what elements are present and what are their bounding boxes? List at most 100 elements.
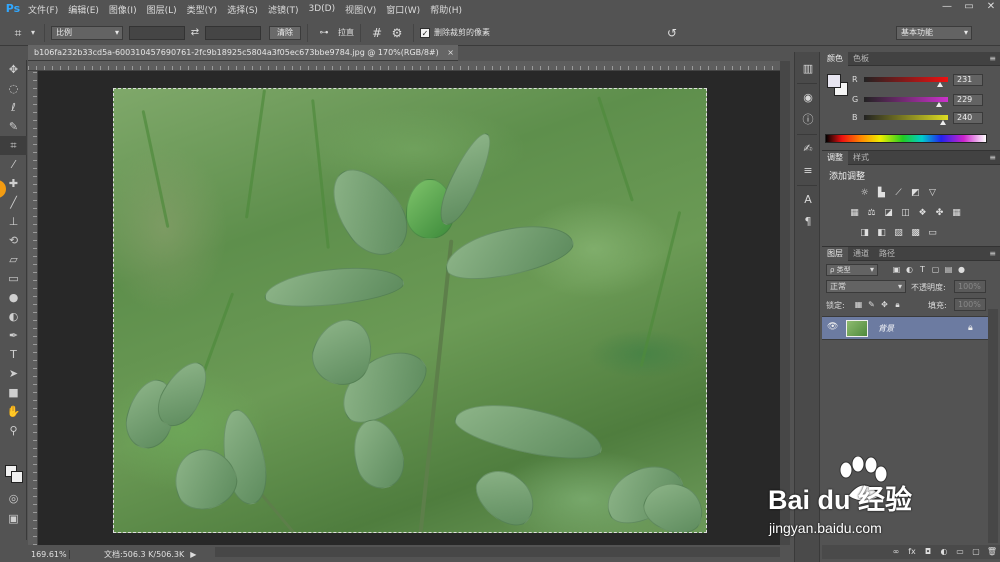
- minimize-button[interactable]: —: [938, 0, 956, 14]
- history-brush-tool-icon[interactable]: ⟲: [0, 231, 27, 250]
- character-panel-icon[interactable]: A: [795, 189, 821, 211]
- document-tab[interactable]: b106fa232b33cd5a-600310457690761-2fc9b18…: [28, 45, 458, 61]
- vertical-ruler[interactable]: [28, 71, 38, 545]
- panel-menu-icon[interactable]: ≡: [989, 247, 996, 261]
- green-slider[interactable]: [864, 97, 948, 102]
- red-slider[interactable]: [864, 77, 948, 82]
- eraser-tool-icon[interactable]: ▱: [0, 250, 27, 269]
- add-mask-icon[interactable]: ◘: [920, 546, 936, 558]
- lock-pixels-icon[interactable]: ✎: [865, 299, 878, 311]
- screen-mode-icon[interactable]: ▣: [0, 509, 27, 528]
- settings-gear-icon[interactable]: ⚙: [387, 23, 407, 43]
- panel-menu-icon[interactable]: ≡: [989, 52, 996, 66]
- straighten-icon[interactable]: ⊶: [314, 23, 334, 43]
- menu-edit[interactable]: 编辑(E): [63, 3, 104, 16]
- blend-mode-select[interactable]: 正常: [826, 280, 906, 293]
- delete-cropped-label[interactable]: 删除裁剪的像素: [434, 27, 490, 38]
- panel-menu-icon[interactable]: ≡: [989, 151, 996, 165]
- green-slider-thumb[interactable]: [936, 102, 943, 107]
- reset-icon[interactable]: ↺: [662, 23, 682, 43]
- menu-select[interactable]: 选择(S): [222, 3, 263, 16]
- tab-layers[interactable]: 图层: [822, 246, 848, 261]
- workspace-select[interactable]: 基本功能: [896, 25, 972, 40]
- paragraph-panel-icon[interactable]: ¶: [795, 211, 821, 233]
- restore-button[interactable]: ▭: [960, 0, 978, 14]
- layer-row-background[interactable]: 👁︎ 背景 🔒︎: [822, 316, 988, 340]
- quick-select-tool-icon[interactable]: ✎: [0, 117, 27, 136]
- curves-icon[interactable]: ⟋: [892, 187, 905, 200]
- menu-file[interactable]: 文件(F): [23, 3, 63, 16]
- pixel-filter-icon[interactable]: ▣: [890, 264, 903, 276]
- color-lookup-icon[interactable]: ▦: [950, 207, 963, 220]
- selective-color-icon[interactable]: ▩: [909, 227, 922, 240]
- close-document-icon[interactable]: ×: [447, 45, 454, 60]
- tool-preset-chevron-icon[interactable]: ▾: [28, 23, 38, 43]
- background-color-swatch[interactable]: [11, 471, 23, 483]
- blue-slider[interactable]: [864, 115, 948, 120]
- photo-filter-icon[interactable]: ❖: [916, 207, 929, 220]
- gradient-map-triangle-icon[interactable]: ▽: [926, 187, 939, 200]
- blue-value[interactable]: 240: [953, 112, 983, 124]
- close-button[interactable]: ✕: [982, 0, 1000, 14]
- pen-tool-icon[interactable]: ✒: [0, 326, 27, 345]
- path-select-tool-icon[interactable]: ➤: [0, 364, 27, 383]
- ratio-select[interactable]: 比例: [51, 25, 123, 40]
- crop-tool-icon[interactable]: ⌗: [8, 23, 28, 43]
- status-menu-arrow-icon[interactable]: ▶: [190, 550, 196, 559]
- menu-filter[interactable]: 滤镜(T): [263, 3, 304, 16]
- delete-layer-icon[interactable]: 🗑︎: [984, 546, 1000, 558]
- invert-icon[interactable]: ◨: [858, 227, 871, 240]
- tab-color[interactable]: 颜色: [822, 51, 848, 66]
- tab-adjustments[interactable]: 调整: [822, 150, 848, 165]
- channel-mixer-icon[interactable]: ✤: [933, 207, 946, 220]
- shape-filter-icon[interactable]: ▢: [929, 264, 942, 276]
- crop-tool-icon[interactable]: ⌗: [0, 136, 27, 155]
- fill-input[interactable]: 100%: [954, 298, 986, 311]
- opacity-input[interactable]: 100%: [954, 280, 986, 293]
- brush-panel-icon[interactable]: ✍: [795, 138, 821, 160]
- menu-view[interactable]: 视图(V): [340, 3, 381, 16]
- adjustment-filter-icon[interactable]: ◐: [903, 264, 916, 276]
- green-value[interactable]: 229: [953, 94, 983, 106]
- eyedropper-tool-icon[interactable]: ⁄: [0, 155, 27, 174]
- menu-3d[interactable]: 3D(D): [303, 4, 340, 14]
- hand-tool-icon[interactable]: ✋: [0, 402, 27, 421]
- info-icon[interactable]: ◉: [795, 87, 821, 109]
- rectangle-tool-icon[interactable]: ■: [0, 383, 27, 402]
- new-adjustment-icon[interactable]: ◐: [936, 546, 952, 558]
- color-balance-icon[interactable]: ◪: [882, 207, 895, 220]
- tab-styles[interactable]: 样式: [848, 151, 874, 165]
- layer-filter-select[interactable]: ρ 类型: [826, 264, 878, 276]
- height-input[interactable]: [205, 25, 261, 40]
- posterize-icon[interactable]: ◧: [875, 227, 888, 240]
- marquee-tool-icon[interactable]: ◌: [0, 79, 27, 98]
- black-white-icon[interactable]: ◫: [899, 207, 912, 220]
- blue-slider-thumb[interactable]: [940, 120, 947, 125]
- width-input[interactable]: [129, 25, 185, 40]
- properties-icon[interactable]: ⓘ: [795, 109, 821, 131]
- document-image[interactable]: [113, 88, 707, 533]
- vibrance-icon[interactable]: ▦: [848, 207, 861, 220]
- brush-presets-icon[interactable]: ≡: [795, 160, 821, 182]
- link-layers-icon[interactable]: ∞: [888, 546, 904, 558]
- exposure-icon[interactable]: ◩: [909, 187, 922, 200]
- levels-icon[interactable]: ▙: [875, 187, 888, 200]
- tab-channels[interactable]: 通道: [848, 247, 874, 261]
- tab-swatches[interactable]: 色板: [848, 52, 874, 66]
- lock-all-icon[interactable]: 🔒︎: [891, 299, 904, 311]
- brightness-icon[interactable]: ☼: [858, 187, 871, 200]
- quick-mask-icon[interactable]: ◎: [0, 489, 27, 508]
- brush-tool-icon[interactable]: ╱: [0, 193, 27, 212]
- tab-paths[interactable]: 路径: [874, 247, 900, 261]
- history-icon[interactable]: ▥: [795, 58, 821, 80]
- smart-object-filter-icon[interactable]: ▤: [942, 264, 955, 276]
- new-layer-icon[interactable]: ▢: [968, 546, 984, 558]
- dodge-tool-icon[interactable]: ◐: [0, 307, 27, 326]
- menu-image[interactable]: 图像(I): [104, 3, 142, 16]
- layer-name[interactable]: 背景: [878, 323, 894, 334]
- straighten-label[interactable]: 拉直: [338, 27, 354, 38]
- lock-position-icon[interactable]: ✥: [878, 299, 891, 311]
- horizontal-scrollbar[interactable]: [215, 547, 780, 557]
- swap-icon[interactable]: ⇄: [185, 23, 205, 43]
- menu-layer[interactable]: 图层(L): [142, 3, 182, 16]
